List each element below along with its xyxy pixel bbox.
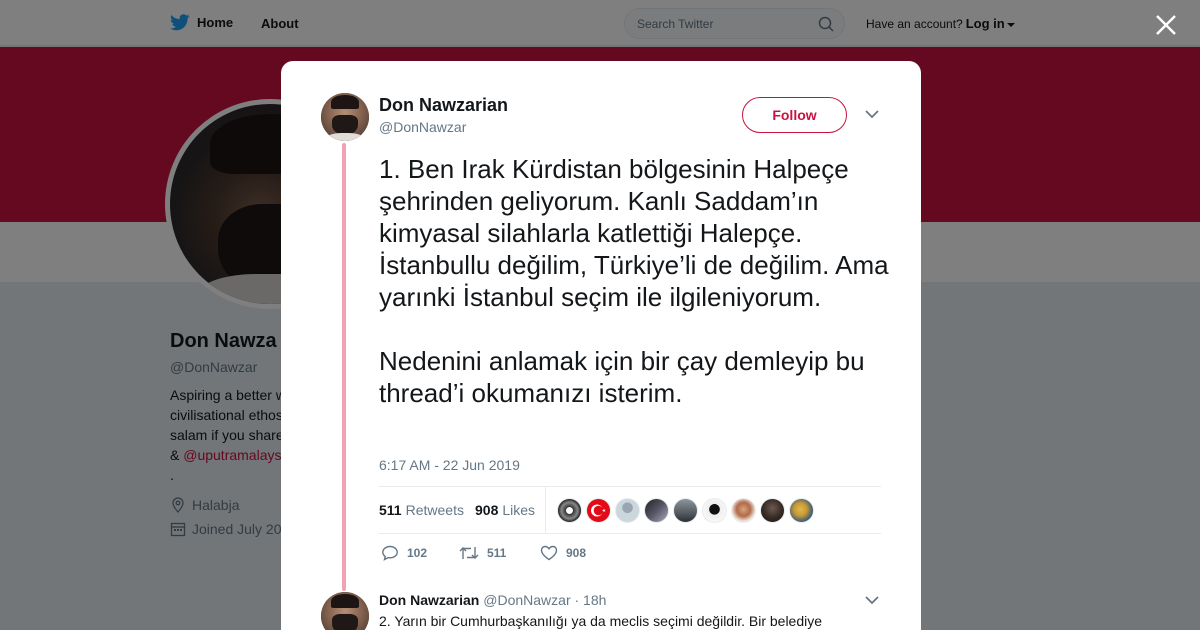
reply-author-handle[interactable]: @DonNawzar [483, 592, 570, 608]
liker-avatar[interactable] [586, 498, 611, 523]
author-handle[interactable]: @DonNawzar [379, 119, 466, 135]
retweet-icon [459, 547, 479, 559]
retweets-label: Retweets [405, 502, 464, 518]
liker-avatar[interactable] [702, 498, 727, 523]
chevron-down-icon[interactable] [865, 595, 879, 605]
liker-avatar[interactable] [615, 498, 640, 523]
liker-avatar[interactable] [673, 498, 698, 523]
reply-author-name[interactable]: Don Nawzarian [379, 592, 479, 608]
reply-button[interactable]: 102 [381, 545, 427, 561]
like-count: 908 [566, 546, 587, 560]
likes-count: 908 [475, 502, 499, 518]
chevron-down-icon[interactable] [865, 109, 879, 119]
tweet-modal: Don Nawzarian @DonNawzar Follow 1. Ben I… [281, 61, 921, 630]
retweet-count: 511 [487, 546, 507, 560]
tweet-text: 1. Ben Irak Kürdistan bölgesinin Halpeçe… [379, 154, 889, 408]
likes-label: Likes [502, 502, 536, 518]
follow-button[interactable]: Follow [742, 97, 847, 133]
like-button[interactable]: 908 [540, 545, 586, 561]
thread-connector [342, 143, 346, 591]
liker-avatar[interactable] [760, 498, 785, 523]
likers-avatars [557, 498, 818, 523]
heart-icon [540, 545, 558, 561]
tweet-actions: 102 511 908 [379, 545, 679, 565]
author-name[interactable]: Don Nawzarian [379, 95, 508, 116]
reply-author-avatar[interactable] [321, 592, 369, 630]
author-avatar[interactable] [321, 93, 369, 141]
liker-avatar[interactable] [789, 498, 814, 523]
reply-header: Don Nawzarian @DonNawzar · 18h [379, 592, 606, 608]
likes-stat[interactable]: 908 Likes [475, 502, 535, 518]
stats-divider [545, 487, 546, 533]
tweet-stats: 511 Retweets 908 Likes [379, 486, 881, 534]
tweet-timestamp[interactable]: 6:17 AM - 22 Jun 2019 [379, 457, 520, 473]
reply-count: 102 [407, 546, 428, 560]
liker-avatar[interactable] [557, 498, 582, 523]
liker-avatar[interactable] [644, 498, 669, 523]
retweets-count: 511 [379, 502, 402, 518]
close-icon[interactable] [1154, 13, 1178, 37]
reply-icon [382, 545, 398, 561]
liker-avatar[interactable] [731, 498, 756, 523]
retweets-stat[interactable]: 511 Retweets [379, 502, 464, 518]
reply-text: 2. Yarın bir Cumhurbaşkanılığı ya da mec… [379, 613, 823, 629]
retweet-button[interactable]: 511 [459, 545, 506, 561]
reply-time[interactable]: · 18h [575, 592, 607, 608]
